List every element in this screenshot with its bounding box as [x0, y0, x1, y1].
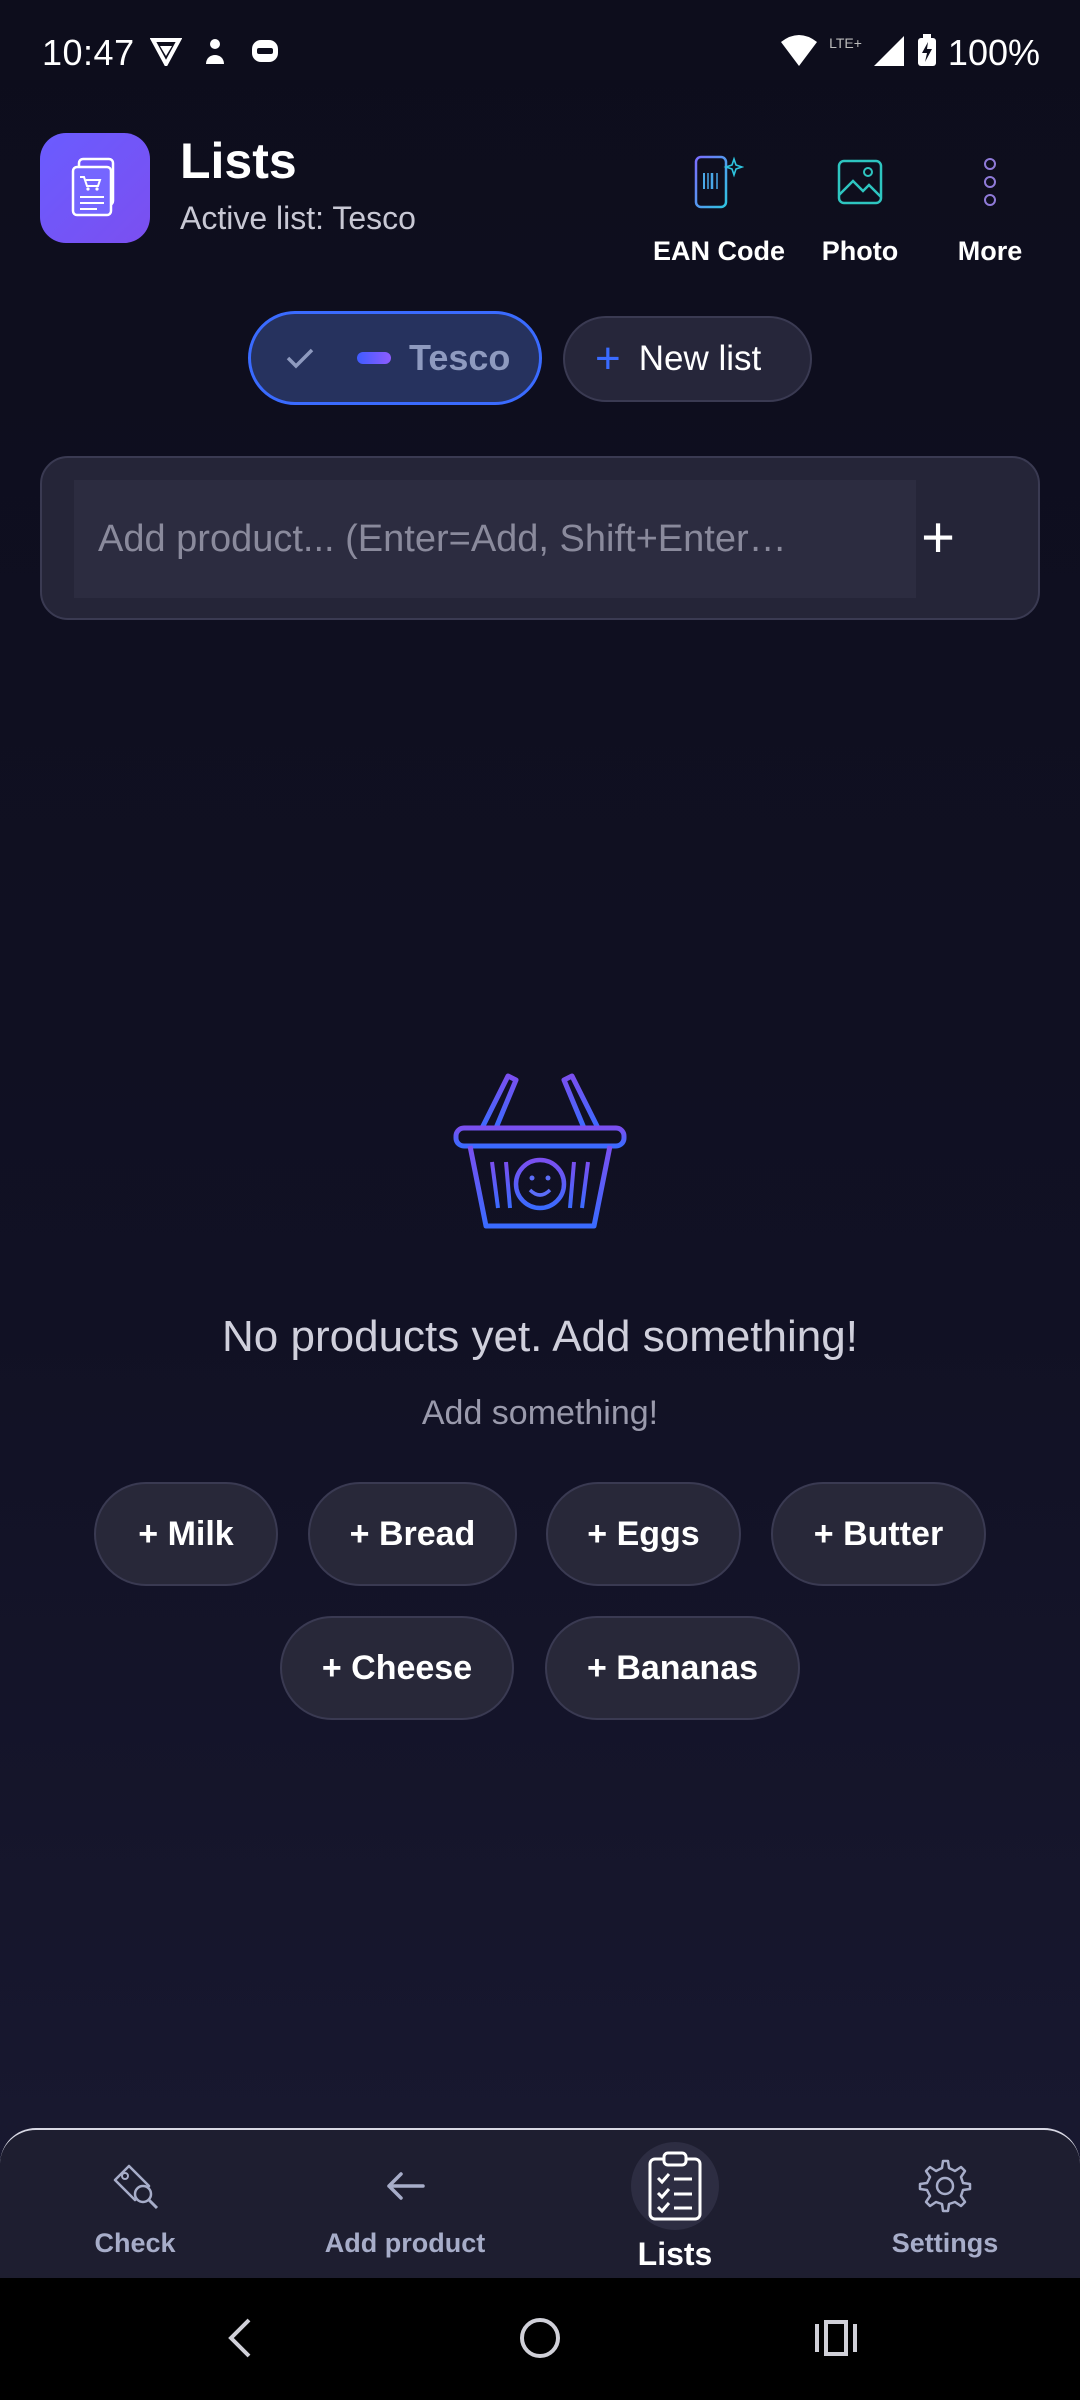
add-product-input[interactable]	[74, 480, 916, 598]
bottom-navigation: Check Add product Lists Settings	[0, 2128, 1080, 2278]
more-button[interactable]: More	[932, 150, 1048, 267]
list-chip-tesco[interactable]: Tesco	[248, 311, 542, 405]
shopping-list-icon	[71, 157, 115, 217]
system-back-button[interactable]	[210, 2308, 270, 2368]
photo-button[interactable]: Photo	[800, 150, 920, 267]
gear-icon	[915, 2156, 975, 2216]
back-chevron-icon	[228, 2318, 251, 2358]
check-icon	[283, 341, 317, 375]
system-recents-button[interactable]	[806, 2308, 866, 2368]
plus-icon: +	[921, 505, 955, 570]
shopping-basket-icon	[452, 1072, 628, 1232]
arrow-left-icon	[375, 2156, 435, 2216]
battery-charging-icon	[916, 33, 938, 73]
suggestion-chip-bananas[interactable]: + Bananas	[545, 1616, 800, 1720]
suggestion-chip-cheese[interactable]: + Cheese	[280, 1616, 514, 1720]
add-product-bar: +	[40, 456, 1040, 620]
empty-state-title: No products yet. Add something!	[222, 1312, 858, 1361]
add-product-button[interactable]: +	[898, 498, 978, 578]
nav-label-lists: Lists	[637, 2236, 713, 2272]
page-title: Lists	[180, 133, 297, 189]
ean-code-button[interactable]: EAN Code	[653, 150, 786, 267]
list-chip-label: Tesco	[409, 337, 511, 378]
wear-icon	[250, 36, 280, 66]
nav-item-check[interactable]: Check	[0, 2130, 270, 2280]
plus-icon: +	[595, 334, 621, 383]
more-label: More	[957, 236, 1023, 266]
nav-item-lists[interactable]: Lists	[540, 2130, 810, 2280]
suggestion-chip-milk[interactable]: + Milk	[94, 1482, 278, 1586]
status-notification-icons	[149, 36, 280, 69]
status-bar: 10:47 LTE+ 100%	[0, 0, 1080, 110]
signal-icon	[872, 34, 906, 73]
nav-label-add-product: Add product	[324, 2228, 486, 2258]
system-home-button[interactable]	[510, 2308, 570, 2368]
suggestion-chip-butter[interactable]: + Butter	[771, 1482, 986, 1586]
suggestion-chip-eggs[interactable]: + Eggs	[546, 1482, 741, 1586]
network-type: LTE+	[829, 35, 862, 51]
photo-label: Photo	[821, 236, 899, 266]
suggestion-chip-bread[interactable]: + Bread	[308, 1482, 517, 1586]
system-navigation-bar	[0, 2278, 1080, 2400]
nav-label-check: Check	[94, 2228, 176, 2258]
more-vertical-icon	[958, 150, 1022, 214]
list-color-indicator	[357, 352, 391, 364]
battery-percent: 100%	[947, 32, 1040, 73]
new-list-label: New list	[638, 339, 762, 378]
barcode-phone-icon	[686, 150, 750, 214]
image-icon	[828, 150, 892, 214]
nav-label-settings: Settings	[891, 2228, 999, 2258]
nav-item-settings[interactable]: Settings	[810, 2130, 1080, 2280]
recents-icon	[815, 2320, 857, 2356]
vpn-icon	[149, 36, 183, 69]
ean-code-label: EAN Code	[653, 236, 786, 266]
pet-icon	[200, 36, 230, 66]
screen: 10:47 LTE+ 100% Lists Active list: Tesco…	[0, 0, 1080, 2400]
active-list-subtitle: Active list: Tesco	[180, 200, 416, 236]
app-logo	[40, 133, 150, 243]
home-circle-icon	[520, 2318, 560, 2358]
new-list-button[interactable]: + New list	[563, 316, 812, 402]
wifi-icon	[779, 34, 819, 73]
status-right: LTE+ 100%	[779, 32, 1040, 74]
price-tag-search-icon	[105, 2156, 165, 2216]
clipboard-list-icon	[631, 2142, 719, 2230]
empty-state-subtitle: Add something!	[421, 1394, 659, 1432]
nav-item-add-product[interactable]: Add product	[270, 2130, 540, 2280]
status-time: 10:47	[42, 32, 135, 73]
